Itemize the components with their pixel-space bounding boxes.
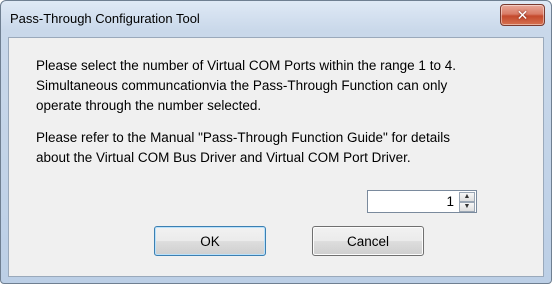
reference-line: about the Virtual COM Bus Driver and Vir… [36,150,411,165]
dialog-body: Please select the number of Virtual COM … [8,37,544,277]
close-button[interactable]: ✕ [500,4,545,26]
spin-down-icon[interactable]: ▼ [459,202,475,212]
cancel-button[interactable]: Cancel [312,226,424,256]
spin-up-icon[interactable]: ▲ [459,192,475,202]
title-bar[interactable]: Pass-Through Configuration Tool ✕ [1,1,551,37]
port-count-value[interactable]: 1 [446,194,454,209]
ok-button[interactable]: OK [154,226,266,256]
close-icon: ✕ [516,6,529,23]
instruction-line: Simultaneous communcationvia the Pass-Th… [36,78,448,93]
window-title: Pass-Through Configuration Tool [10,11,200,26]
instruction-line: Please select the number of Virtual COM … [36,58,456,73]
dialog-window: Pass-Through Configuration Tool ✕ Please… [0,0,552,284]
instruction-paragraph: Please select the number of Virtual COM … [36,56,546,116]
reference-line: Please refer to the Manual "Pass-Through… [36,130,451,145]
spinner-arrows: ▲ ▼ [459,192,475,212]
reference-paragraph: Please refer to the Manual "Pass-Through… [36,128,546,168]
instruction-line: operate through the number selected. [36,98,262,113]
port-count-spinner[interactable]: 1 ▲ ▼ [367,190,477,213]
